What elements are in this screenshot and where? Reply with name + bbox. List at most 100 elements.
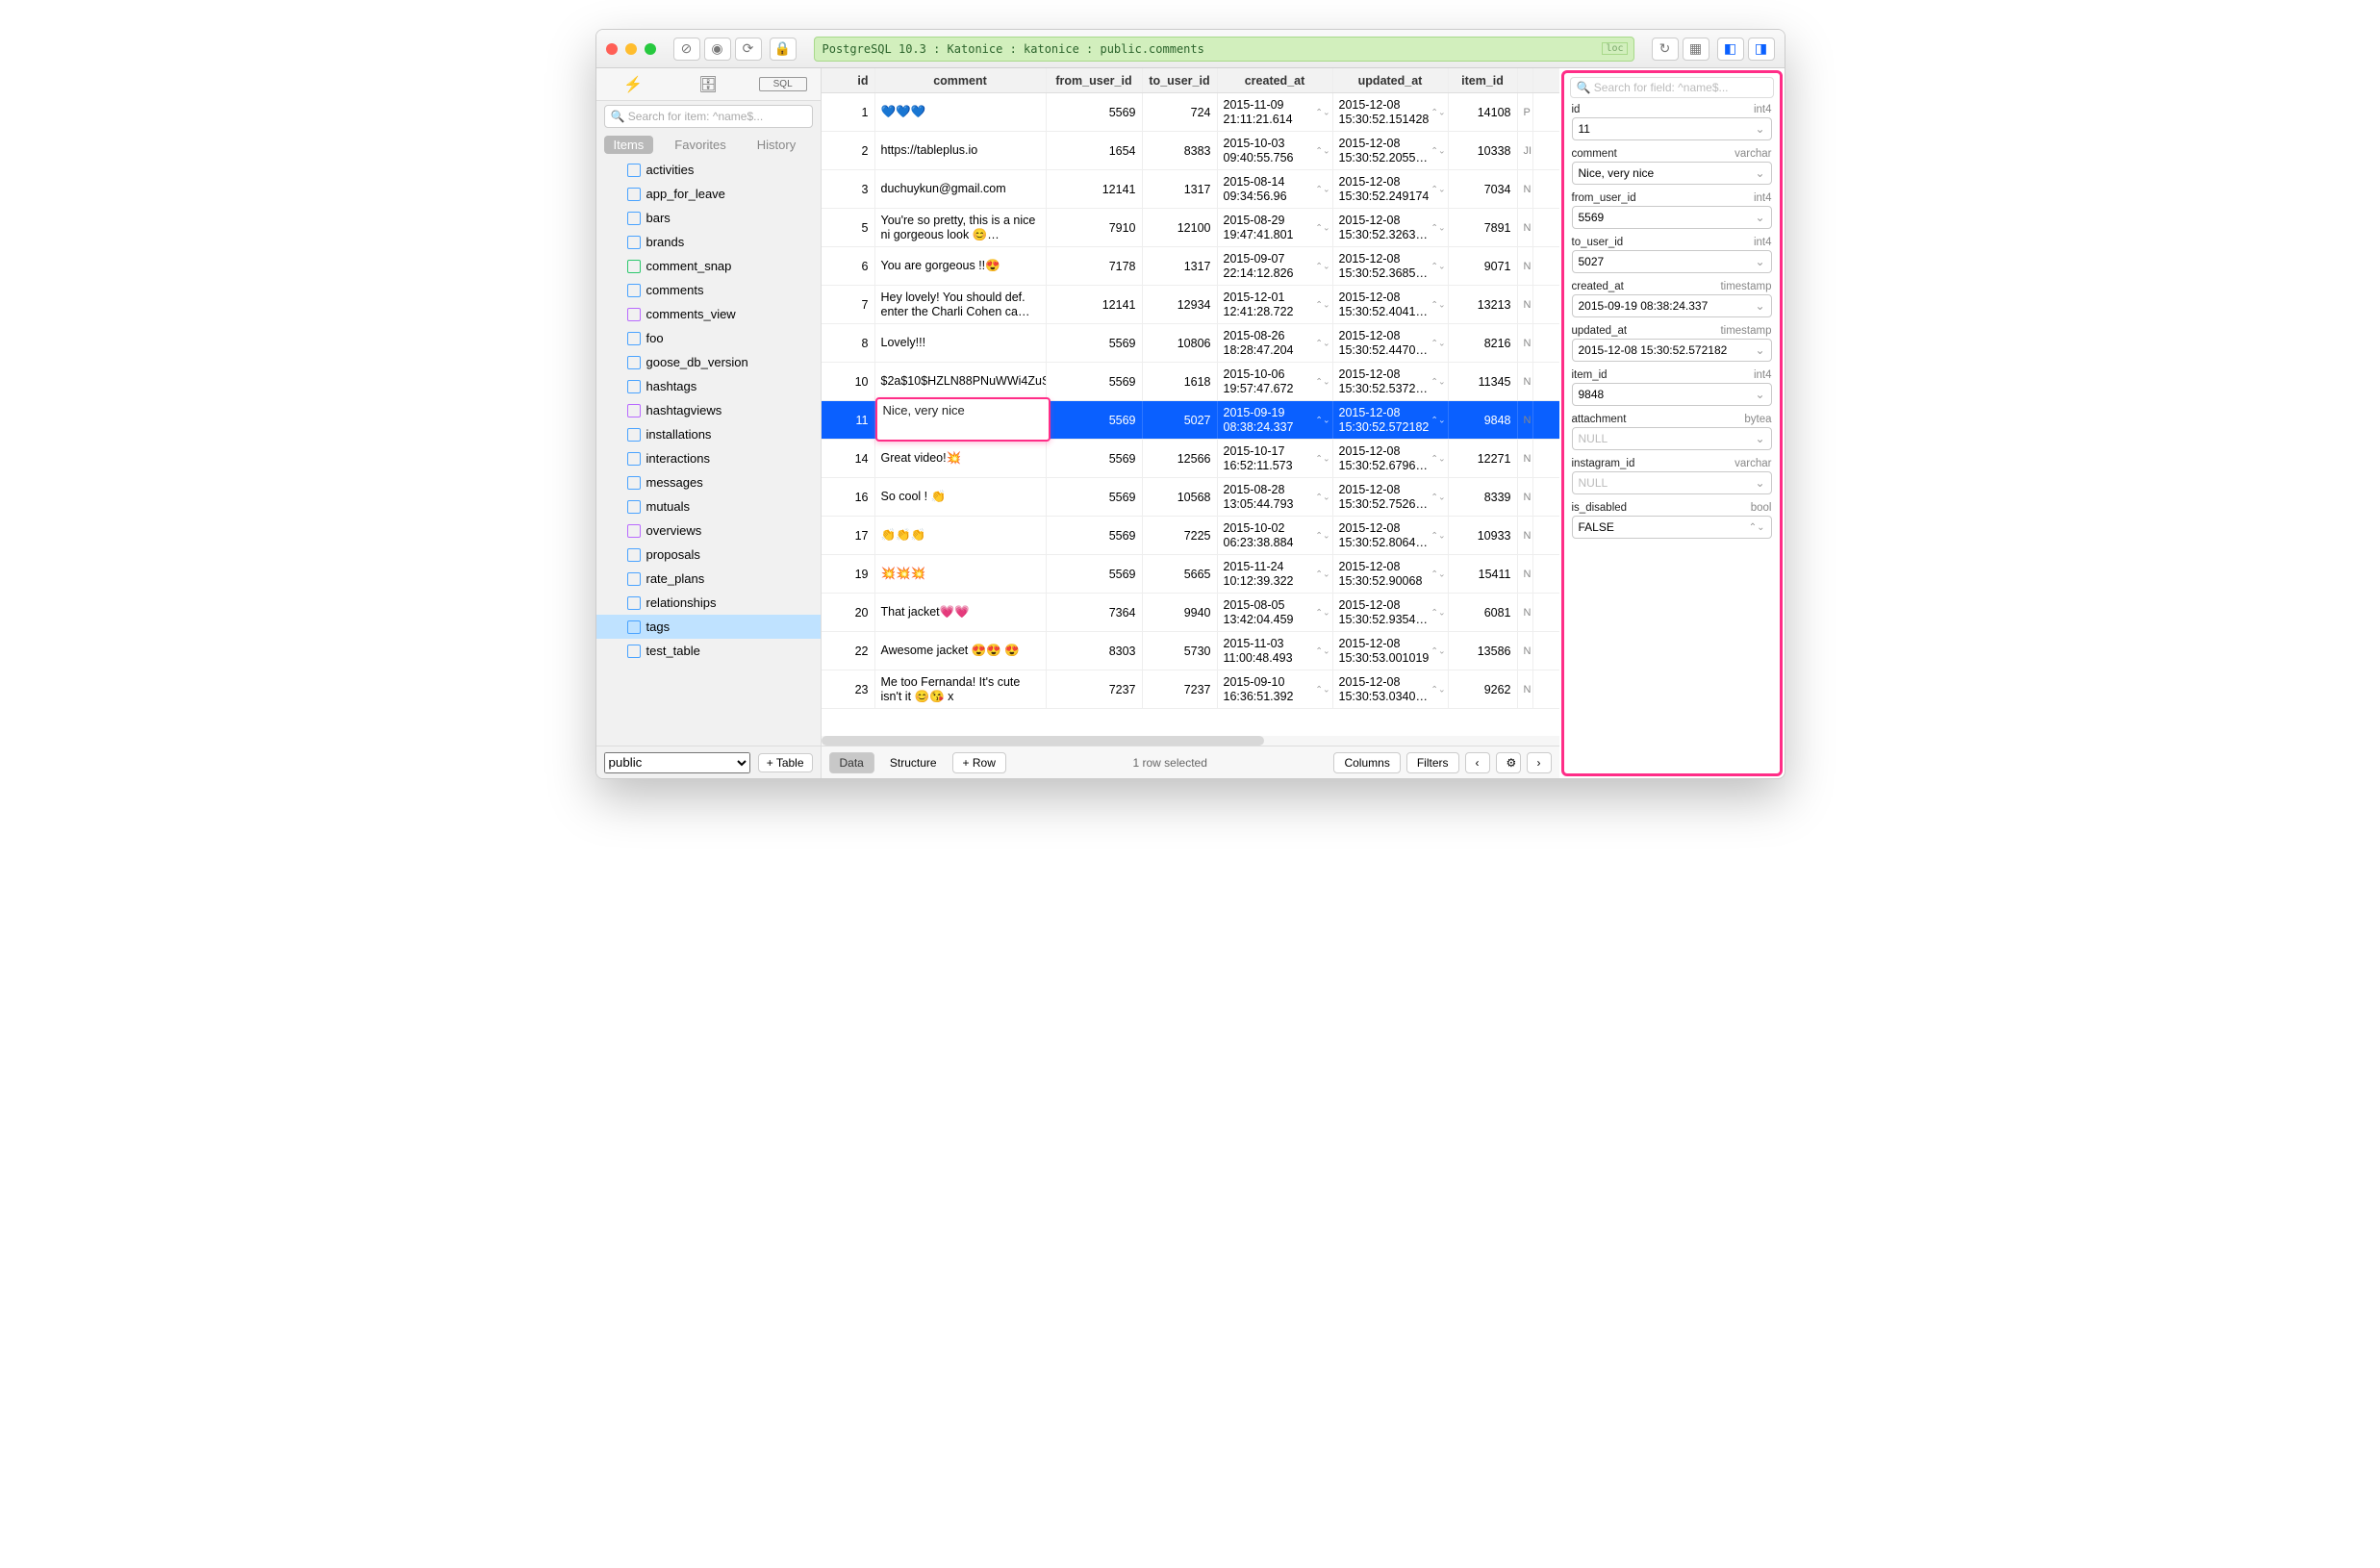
database-icon[interactable]: 🗄 xyxy=(684,75,732,94)
table-row[interactable]: 16 So cool ! 👏 5569 10568 2015-08-2813:0… xyxy=(822,478,1559,517)
cell-id[interactable]: 19 xyxy=(822,555,875,593)
cell-id[interactable]: 3 xyxy=(822,170,875,208)
cell-comment[interactable]: Great video!💥 xyxy=(875,440,1047,477)
cell-created[interactable]: 2015-12-0112:41:28.722 xyxy=(1218,286,1333,323)
cell-comment[interactable]: You're so pretty, this is a nice ni gorg… xyxy=(875,209,1047,246)
table-row[interactable]: 7 Hey lovely! You should def. enter the … xyxy=(822,286,1559,324)
sidebar-item-proposals[interactable]: proposals xyxy=(596,543,821,567)
sidebar-item-comment_snap[interactable]: comment_snap xyxy=(596,254,821,278)
sidebar-item-mutuals[interactable]: mutuals xyxy=(596,494,821,518)
cell-created[interactable]: 2015-10-0619:57:47.672 xyxy=(1218,363,1333,400)
cell-comment[interactable]: Me too Fernanda! It's cute isn't it 😊😘 x xyxy=(875,670,1047,708)
table-row[interactable]: 5 You're so pretty, this is a nice ni go… xyxy=(822,209,1559,247)
cell-comment[interactable]: 👏👏👏 xyxy=(875,517,1047,554)
cell-item[interactable]: 12271 xyxy=(1449,440,1518,477)
cell-to[interactable]: 7225 xyxy=(1143,517,1218,554)
table-row[interactable]: 22 Awesome jacket 😍😍 😍 8303 5730 2015-11… xyxy=(822,632,1559,670)
cell-updated[interactable]: 2015-12-0815:30:53.0340… xyxy=(1333,670,1449,708)
tab-favorites[interactable]: Favorites xyxy=(665,136,735,154)
cell-from[interactable]: 5569 xyxy=(1047,517,1143,554)
cell-id[interactable]: 2 xyxy=(822,132,875,169)
zoom-dot[interactable] xyxy=(645,43,656,55)
field-input[interactable]: Nice, very nice xyxy=(1572,162,1772,185)
field-input[interactable]: NULL xyxy=(1572,471,1772,494)
cell-from[interactable]: 12141 xyxy=(1047,170,1143,208)
cell-to[interactable]: 10806 xyxy=(1143,324,1218,362)
horizontal-scrollbar[interactable] xyxy=(822,736,1559,746)
cell-item[interactable]: 8339 xyxy=(1449,478,1518,516)
reload-icon[interactable]: ↻ xyxy=(1652,38,1679,61)
sidebar-item-app_for_leave[interactable]: app_for_leave xyxy=(596,182,821,206)
col-id[interactable]: id xyxy=(822,68,875,92)
grid-body[interactable]: 1 💙💙💙 5569 724 2015-11-0921:11:21.614 20… xyxy=(822,93,1559,736)
cell-to[interactable]: 12566 xyxy=(1143,440,1218,477)
cell-id[interactable]: 5 xyxy=(822,209,875,246)
cell-updated[interactable]: 2015-12-0815:30:52.90068 xyxy=(1333,555,1449,593)
refresh-arrow-icon[interactable]: ⟳ xyxy=(735,38,762,61)
sidebar-item-rate_plans[interactable]: rate_plans xyxy=(596,567,821,591)
cell-comment[interactable]: Hey lovely! You should def. enter the Ch… xyxy=(875,286,1047,323)
left-panel-icon[interactable]: ◧ xyxy=(1717,38,1744,61)
cell-updated[interactable]: 2015-12-0815:30:52.3685… xyxy=(1333,247,1449,285)
lock-icon[interactable]: 🔒 xyxy=(770,38,797,61)
col-updated-at[interactable]: updated_at xyxy=(1333,68,1449,92)
cell-to[interactable]: 1618 xyxy=(1143,363,1218,400)
cell-updated[interactable]: 2015-12-0815:30:52.151428 xyxy=(1333,93,1449,131)
table-row[interactable]: 14 Great video!💥 5569 12566 2015-10-1716… xyxy=(822,440,1559,478)
cell-from[interactable]: 5569 xyxy=(1047,478,1143,516)
table-row[interactable]: 10 $2a$10$HZLN88PNuWWi4ZuS91lb8dR98ljt0k… xyxy=(822,363,1559,401)
plug-icon[interactable]: ⚡ xyxy=(609,75,657,94)
cell-from[interactable]: 5569 xyxy=(1047,401,1143,439)
field-input[interactable]: NULL xyxy=(1572,427,1772,450)
cell-created[interactable]: 2015-08-1409:34:56.96 xyxy=(1218,170,1333,208)
col-from-user-id[interactable]: from_user_id xyxy=(1047,68,1143,92)
sidebar-item-activities[interactable]: activities xyxy=(596,158,821,182)
cell-comment[interactable]: You are gorgeous !!😍 xyxy=(875,247,1047,285)
cell-updated[interactable]: 2015-12-0815:30:52.572182 xyxy=(1333,401,1449,439)
field-input[interactable]: 2015-09-19 08:38:24.337 xyxy=(1572,294,1772,317)
cell-created[interactable]: 2015-11-0921:11:21.614 xyxy=(1218,93,1333,131)
cell-from[interactable]: 1654 xyxy=(1047,132,1143,169)
cell-id[interactable]: 10 xyxy=(822,363,875,400)
cell-to[interactable]: 7237 xyxy=(1143,670,1218,708)
cell-created[interactable]: 2015-10-0309:40:55.756 xyxy=(1218,132,1333,169)
cell-updated[interactable]: 2015-12-0815:30:52.4041… xyxy=(1333,286,1449,323)
col-to-user-id[interactable]: to_user_id xyxy=(1143,68,1218,92)
table-row[interactable]: 2 https://tableplus.io 1654 8383 2015-10… xyxy=(822,132,1559,170)
minimize-dot[interactable] xyxy=(625,43,637,55)
col-comment[interactable]: comment xyxy=(875,68,1047,92)
cell-item[interactable]: 9071 xyxy=(1449,247,1518,285)
cell-created[interactable]: 2015-08-2919:47:41.801 xyxy=(1218,209,1333,246)
cell-updated[interactable]: 2015-12-0815:30:52.4470… xyxy=(1333,324,1449,362)
data-tab[interactable]: Data xyxy=(829,752,874,773)
right-panel-icon[interactable]: ◨ xyxy=(1748,38,1775,61)
field-input[interactable]: FALSE xyxy=(1572,516,1772,539)
cell-to[interactable]: 1317 xyxy=(1143,170,1218,208)
sidebar-item-installations[interactable]: installations xyxy=(596,422,821,446)
cell-item[interactable]: 14108 xyxy=(1449,93,1518,131)
field-input[interactable]: 5569 xyxy=(1572,206,1772,229)
close-dot[interactable] xyxy=(606,43,618,55)
cell-item[interactable]: 11345 xyxy=(1449,363,1518,400)
cell-item[interactable]: 6081 xyxy=(1449,594,1518,631)
cell-id[interactable]: 23 xyxy=(822,670,875,708)
cell-from[interactable]: 7910 xyxy=(1047,209,1143,246)
cell-updated[interactable]: 2015-12-0815:30:52.3263… xyxy=(1333,209,1449,246)
inspector-search[interactable]: 🔍 Search for field: ^name$... xyxy=(1570,77,1774,98)
sidebar-item-test_table[interactable]: test_table xyxy=(596,639,821,663)
sidebar-search[interactable]: 🔍 Search for item: ^name$... xyxy=(604,105,813,128)
cell-id[interactable]: 1 xyxy=(822,93,875,131)
schema-selector[interactable]: public xyxy=(604,752,750,773)
filters-button[interactable]: Filters xyxy=(1406,752,1459,773)
sidebar-item-goose_db_version[interactable]: goose_db_version xyxy=(596,350,821,374)
cell-comment[interactable]: 💙💙💙 xyxy=(875,93,1047,131)
table-row[interactable]: 8 Lovely!!! 5569 10806 2015-08-2618:28:4… xyxy=(822,324,1559,363)
cell-item[interactable]: 10933 xyxy=(1449,517,1518,554)
cell-item[interactable]: 8216 xyxy=(1449,324,1518,362)
cell-item[interactable]: 13586 xyxy=(1449,632,1518,670)
cell-to[interactable]: 5730 xyxy=(1143,632,1218,670)
cell-to[interactable]: 724 xyxy=(1143,93,1218,131)
cell-to[interactable]: 1317 xyxy=(1143,247,1218,285)
grid-icon[interactable]: ▦ xyxy=(1683,38,1709,61)
cell-updated[interactable]: 2015-12-0815:30:52.6796… xyxy=(1333,440,1449,477)
